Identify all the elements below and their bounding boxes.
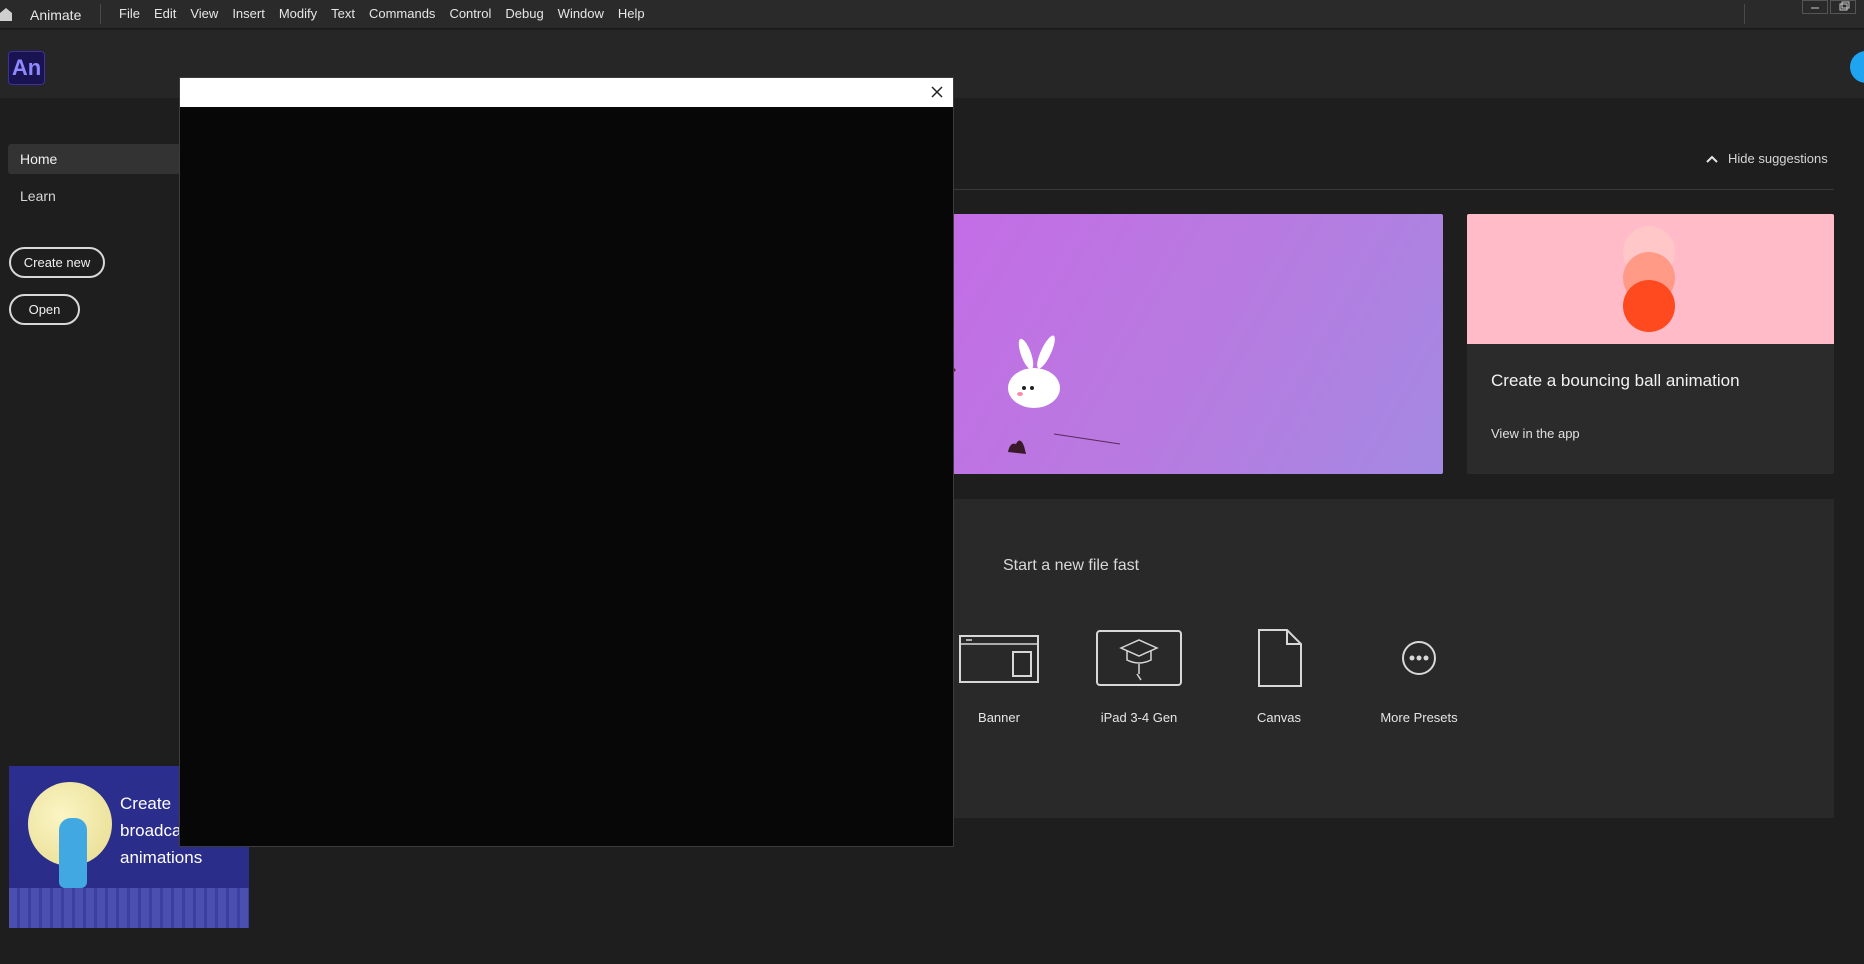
preset-label: Canvas — [1256, 710, 1302, 725]
menu-insert[interactable]: Insert — [225, 6, 272, 21]
home-icon[interactable] — [0, 7, 12, 21]
app-name: Animate — [30, 7, 82, 23]
tutorial-card-bunny[interactable] — [950, 214, 1443, 474]
menu-help[interactable]: Help — [611, 6, 652, 21]
menu-control[interactable]: Control — [442, 6, 498, 21]
menu-view[interactable]: View — [183, 6, 225, 21]
bunny-illustration — [950, 335, 1121, 454]
banner-icon — [959, 635, 1039, 683]
card-thumbnail — [1467, 214, 1834, 344]
menu-divider — [100, 4, 101, 24]
document-icon — [1258, 629, 1302, 687]
menu-modify[interactable]: Modify — [272, 6, 324, 21]
modal-dialog[interactable] — [179, 77, 954, 847]
promo-line: animations — [120, 848, 203, 867]
menu-commands[interactable]: Commands — [362, 6, 442, 21]
restore-button[interactable] — [1830, 0, 1856, 14]
app-window: Animate File Edit View Insert Modify Tex… — [0, 0, 1864, 964]
create-new-button[interactable]: Create new — [9, 247, 105, 278]
preset-banner[interactable]: Banner — [939, 628, 1059, 725]
minimize-button[interactable] — [1802, 0, 1828, 14]
close-icon[interactable] — [927, 82, 947, 102]
menu-file[interactable]: File — [112, 6, 147, 21]
fence-illustration — [9, 888, 249, 928]
preset-label: More Presets — [1380, 710, 1458, 725]
menu-bar: Animate File Edit View Insert Modify Tex… — [0, 0, 1864, 29]
hide-suggestions-label: Hide suggestions — [1728, 151, 1828, 166]
user-avatar[interactable] — [1850, 51, 1864, 83]
preset-label: Banner — [978, 710, 1020, 725]
chevron-up-icon — [1706, 155, 1718, 163]
tutorial-card-bouncing-ball[interactable]: Create a bouncing ball animation View in… — [1467, 214, 1834, 474]
window-controls-divider — [1744, 4, 1745, 24]
quick-start-title: Start a new file fast — [1003, 557, 1140, 574]
card-title: Create a bouncing ball animation — [1491, 371, 1740, 390]
section-divider — [950, 189, 1834, 190]
open-button[interactable]: Open — [9, 294, 80, 325]
restore-icon — [1839, 1, 1850, 11]
menu-text[interactable]: Text — [324, 6, 362, 21]
preset-canvas[interactable]: Canvas — [1219, 628, 1339, 725]
more-icon — [1402, 641, 1436, 675]
menu-window[interactable]: Window — [551, 6, 611, 21]
app-logo: An — [8, 51, 45, 85]
menu-debug[interactable]: Debug — [498, 6, 550, 21]
minimize-icon — [1811, 7, 1819, 9]
ball-shape — [1623, 280, 1675, 332]
preset-more[interactable]: More Presets — [1359, 628, 1479, 725]
preset-ipad[interactable]: iPad 3-4 Gen — [1079, 628, 1199, 725]
sidebar-item-learn[interactable]: Learn — [20, 188, 56, 204]
hide-suggestions-button[interactable]: Hide suggestions — [1706, 151, 1828, 166]
sidebar-item-home[interactable]: Home — [8, 144, 180, 174]
menu-list: File Edit View Insert Modify Text Comman… — [112, 6, 652, 21]
ipad-graduation-icon — [1096, 630, 1182, 686]
menu-edit[interactable]: Edit — [147, 6, 183, 21]
dialog-titlebar[interactable] — [180, 78, 953, 107]
view-in-app-link[interactable]: View in the app — [1491, 426, 1580, 441]
cat-character-illustration — [59, 818, 87, 888]
preset-label: iPad 3-4 Gen — [1100, 710, 1178, 725]
